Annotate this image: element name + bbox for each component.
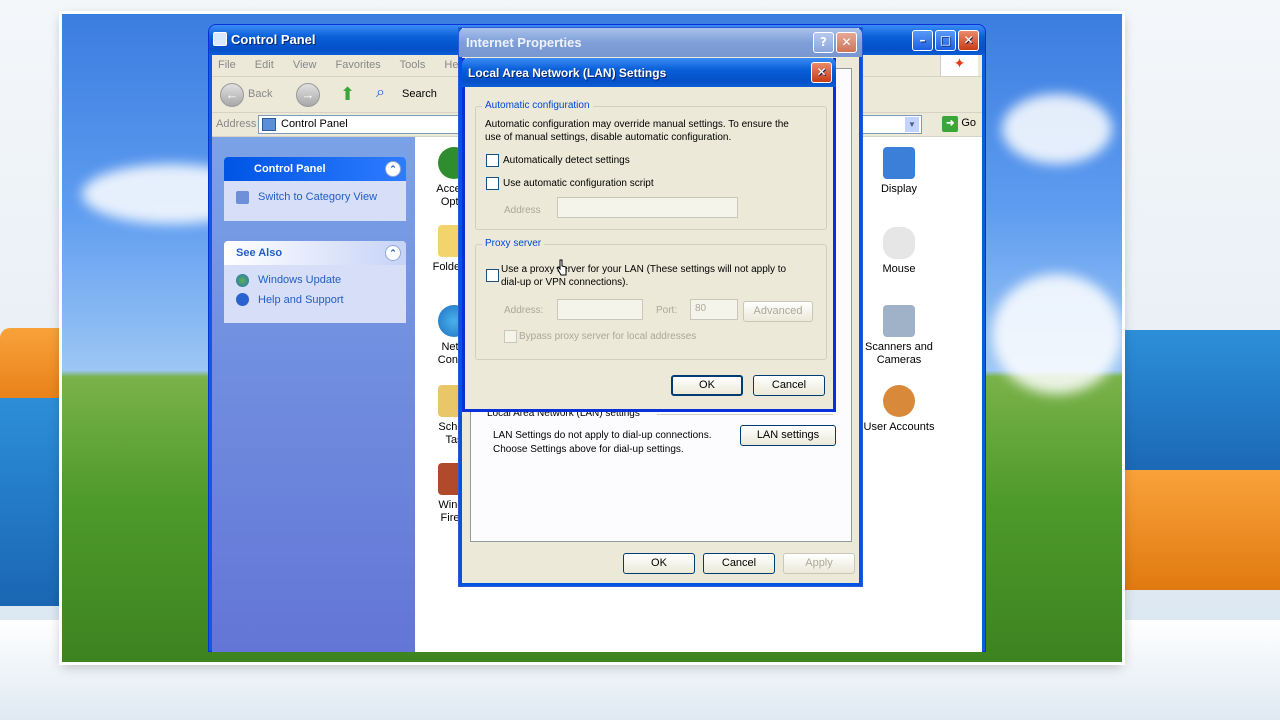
control-panel-box: Control Panel ⌃ Switch to Category View [224,157,406,221]
background-couch-left [0,396,70,606]
control-panel-box-header[interactable]: Control Panel ⌃ [224,157,406,181]
lan-section-text-1: LAN Settings do not apply to dial-up con… [493,430,712,441]
collapse-icon[interactable]: ⌃ [385,245,401,261]
internet-properties-titlebar[interactable]: Internet Properties ? ✕ [459,28,862,57]
switch-view-link[interactable]: Switch to Category View [224,181,406,206]
address-label: Address [216,118,257,130]
lan-settings-titlebar[interactable]: Local Area Network (LAN) Settings ✕ [462,58,836,87]
minimize-button[interactable]: – [912,30,933,51]
lan-settings-dialog: Local Area Network (LAN) Settings ✕ Auto… [462,58,836,412]
switch-view-label: Switch to Category View [258,191,378,203]
proxy-address-input[interactable] [557,299,643,320]
see-also-box: See Also ⌃ Windows Update Help and Suppo… [224,241,406,323]
menu-favorites[interactable]: Favorites [336,59,381,71]
user-accounts-icon [883,385,915,417]
menu-edit[interactable]: Edit [255,59,274,71]
proxy-server-label: Proxy server [482,238,545,249]
auto-config-text-1: Automatic configuration may override man… [485,119,789,130]
see-also-header[interactable]: See Also ⌃ [224,241,406,265]
background-cushion-right [1110,470,1280,590]
automatic-configuration-label: Automatic configuration [482,100,593,111]
switch-view-icon [236,191,249,204]
use-proxy-label-1[interactable]: Use a proxy server for your LAN (These s… [501,263,786,276]
auto-script-label[interactable]: Use automatic configuration script [503,177,654,190]
go-button[interactable]: ➜ Go [942,116,976,132]
bypass-local-label[interactable]: Bypass proxy server for local addresses [519,330,696,343]
collapse-icon[interactable]: ⌃ [385,161,401,177]
bypass-local-checkbox[interactable] [504,330,517,343]
background-couch-right [1120,330,1280,480]
divider [657,414,833,415]
script-address-label: Address [504,205,541,216]
lan-settings-title: Local Area Network (LAN) Settings [468,66,667,80]
background-cushion-left [0,328,70,398]
cp-item-mouse[interactable]: Mouse [864,227,934,276]
lan-cancel-button[interactable]: Cancel [753,375,825,396]
close-button[interactable]: ✕ [811,62,832,83]
proxy-server-group: Proxy server Use a proxy server for your… [475,238,827,360]
go-label: Go [961,117,976,129]
script-address-input[interactable] [557,197,738,218]
close-button[interactable]: ✕ [836,32,857,53]
mouse-icon [883,227,915,259]
advanced-button[interactable]: Advanced [743,301,813,322]
go-arrow-icon: ➜ [942,116,959,132]
auto-detect-label[interactable]: Automatically detect settings [503,154,630,167]
proxy-address-label: Address: [504,305,544,316]
address-value: Control Panel [281,118,348,130]
scanner-icon [883,305,915,337]
auto-config-text-2: use of manual settings, disable automati… [485,132,732,143]
windows-update-label: Windows Update [258,274,342,286]
ok-button[interactable]: OK [623,553,695,574]
windows-logo-icon: ✦ [940,55,978,76]
auto-detect-checkbox[interactable] [486,154,499,167]
search-icon[interactable]: ⌕ [376,84,398,106]
lan-ok-button[interactable]: OK [671,375,743,396]
help-icon [236,293,249,306]
port-label: Port: [656,305,678,316]
control-panel-box-title: Control Panel [254,163,326,175]
back-label[interactable]: Back [248,88,272,100]
automatic-configuration-group: Automatic configuration Automatic config… [475,100,827,230]
cloud [992,274,1122,394]
cp-item-display[interactable]: Display [864,147,934,196]
back-arrow-icon[interactable]: ← [220,83,244,107]
task-pane: Control Panel ⌃ Switch to Category View … [212,137,415,652]
lan-settings-button[interactable]: LAN settings [740,425,836,446]
cloud [1002,94,1112,164]
port-input[interactable]: 80 [690,299,738,320]
menu-tools[interactable]: Tools [400,59,426,71]
close-button[interactable]: ✕ [958,30,979,51]
window-title: Control Panel [231,32,316,47]
chevron-down-icon[interactable]: ▼ [905,117,919,132]
menu-file[interactable]: File [218,59,236,71]
maximize-button[interactable]: □ [935,30,956,51]
cancel-button[interactable]: Cancel [703,553,775,574]
apply-button[interactable]: Apply [783,553,855,574]
control-panel-icon [213,32,227,46]
control-panel-icon [262,118,276,131]
help-button[interactable]: ? [813,32,834,53]
windows-update-link[interactable]: Windows Update [224,265,406,289]
lan-section-text-2: Choose Settings above for dial-up settin… [493,444,684,455]
search-label[interactable]: Search [402,88,437,100]
cp-item-scanners-cameras[interactable]: Scanners and Cameras [856,305,942,367]
internet-properties-title: Internet Properties [466,35,582,50]
help-support-label: Help and Support [258,294,344,306]
display-icon [883,147,915,179]
windows-update-icon [236,274,249,287]
up-folder-icon[interactable]: ⬆ [340,85,360,105]
auto-script-checkbox[interactable] [486,177,499,190]
cp-item-user-accounts[interactable]: User Accounts [854,385,944,434]
forward-arrow-icon[interactable]: → [296,83,320,107]
help-support-link[interactable]: Help and Support [224,289,406,309]
use-proxy-label-2[interactable]: dial-up or VPN connections). [501,276,628,289]
see-also-title: See Also [236,247,283,259]
menu-view[interactable]: View [293,59,317,71]
use-proxy-checkbox[interactable] [486,269,499,282]
